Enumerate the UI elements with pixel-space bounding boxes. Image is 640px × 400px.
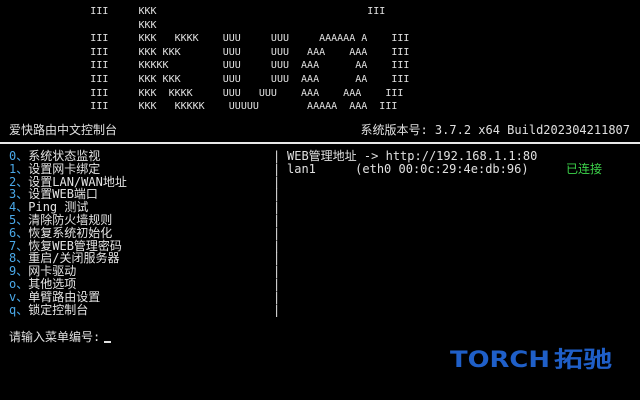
menu-key-separator: 、 <box>16 302 29 317</box>
column-separator-bar: | <box>273 276 281 291</box>
column-separator-bar: | <box>273 161 281 176</box>
console-title: 爱快路由中文控制台 <box>9 123 118 137</box>
text-cursor <box>104 341 112 343</box>
web-admin-label: WEB管理地址 <box>287 149 357 163</box>
console-screen: III KKK III KKK III KKK KKKK UUU UUU AAA… <box>0 0 640 400</box>
prompt-label: 请输入菜单编号: <box>9 330 101 344</box>
column-separator-bar: | <box>273 225 281 240</box>
torch-logo-chinese: 拓驰 <box>554 348 612 371</box>
lan-name: lan1 <box>287 162 316 176</box>
column-separator-bar: | <box>273 212 281 227</box>
torch-logo: TORCH 拓驰 <box>450 345 615 371</box>
web-admin-url: http://192.168.1.1:80 <box>385 149 538 163</box>
lan-link-status: 已连接 <box>566 162 603 176</box>
column-separator-bar: | <box>273 302 281 317</box>
menu-item-q[interactable]: q、锁定控制台 <box>9 302 127 317</box>
column-separator: | | | | | | | | | | | | | <box>273 150 280 316</box>
column-separator-bar: | <box>273 149 281 163</box>
ikuai-ascii-banner: III KKK III KKK III KKK KKKK UUU UUU AAA… <box>90 6 410 113</box>
menu-label: 锁定控制台 <box>28 302 89 317</box>
torch-logo-latin: TORCH <box>450 348 550 371</box>
column-separator-bar: | <box>273 289 281 304</box>
lan-info: lan1 (eth0 00:0c:29:4e:db:96) <box>287 163 529 176</box>
command-prompt[interactable]: 请输入菜单编号: <box>9 330 112 344</box>
lan-interface: (eth0 <box>355 162 392 176</box>
lan-mac: 00:0c:29:4e:db:96) <box>398 162 529 176</box>
main-menu: 0、系统状态监视 1、设置网卡绑定 2、设置LAN/WAN地址 3、设置WEB端口 4、… <box>9 150 127 316</box>
web-admin-arrow: -> <box>363 149 379 163</box>
system-version: 系统版本号: 3.7.2 x64 Build202304211807 <box>360 123 630 137</box>
header-divider <box>0 142 640 144</box>
torch-logo-graphic: TORCH 拓驰 <box>450 348 612 371</box>
header-bar: 爱快路由中文控制台 系统版本号: 3.7.2 x64 Build20230421… <box>0 122 640 138</box>
